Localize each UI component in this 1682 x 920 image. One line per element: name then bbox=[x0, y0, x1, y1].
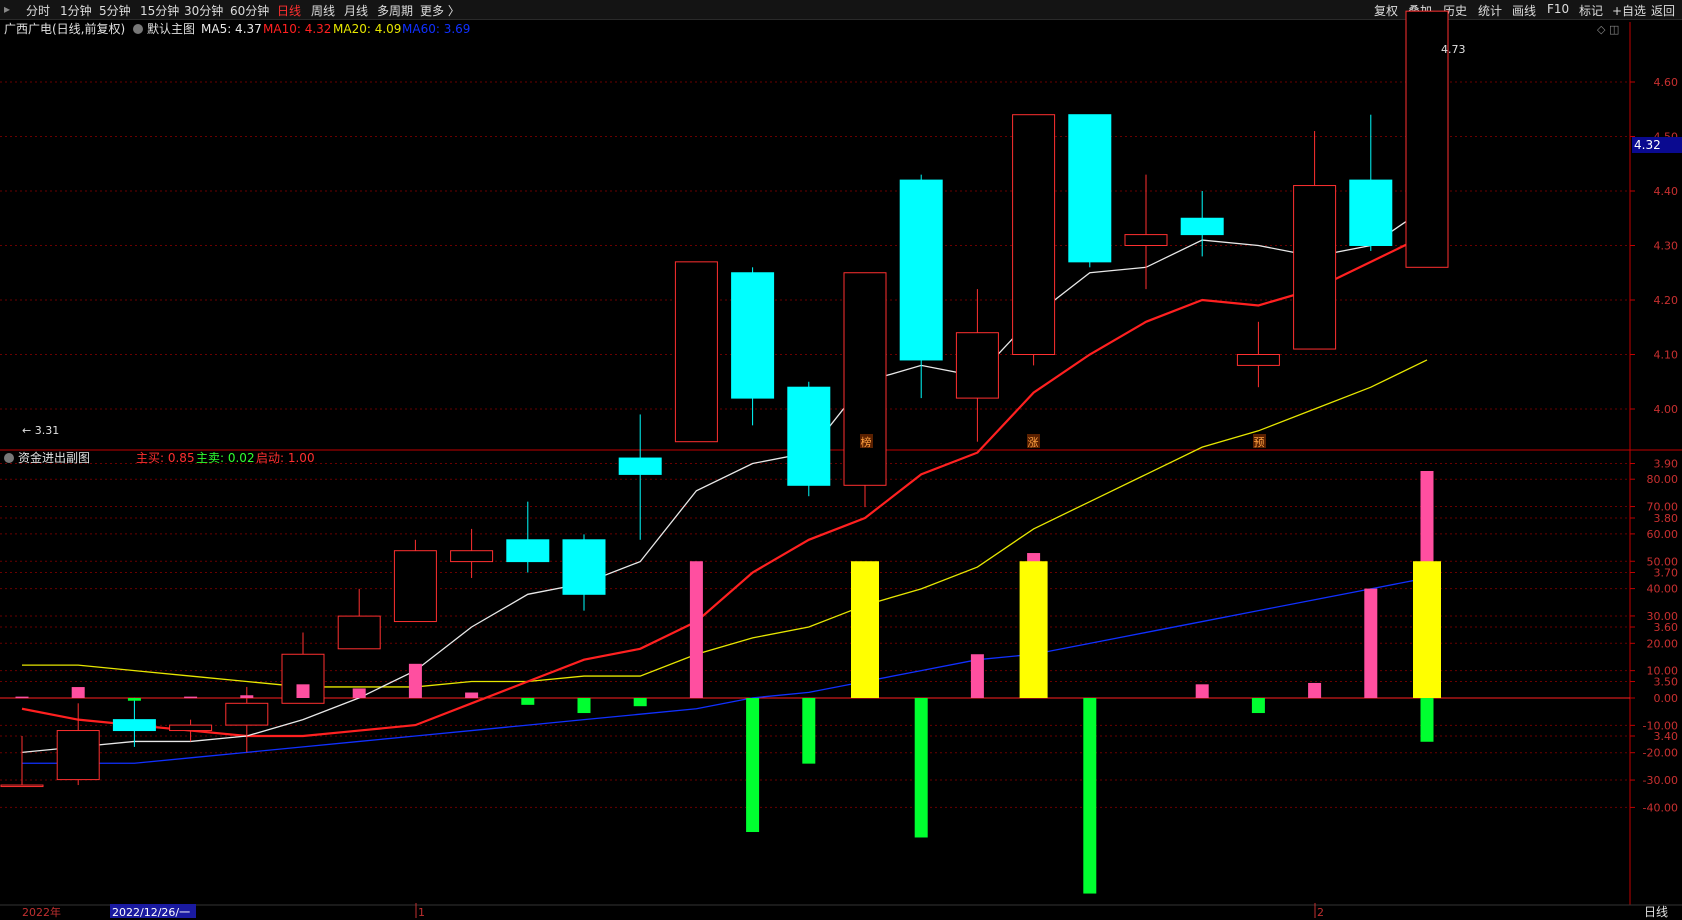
candle-body-2 bbox=[112, 719, 156, 732]
sell-bar-16 bbox=[914, 698, 928, 838]
candle-body-3 bbox=[169, 724, 213, 732]
candle-body-12 bbox=[674, 261, 718, 443]
buy-bar-7 bbox=[408, 663, 422, 698]
candle-body-4 bbox=[225, 702, 269, 726]
candle-body-24 bbox=[1349, 179, 1393, 247]
sub-y-tick-label-4: 40.00 bbox=[1647, 583, 1679, 596]
candle-body-0 bbox=[0, 784, 44, 788]
sub-legend-1: 主卖: 0.02 bbox=[196, 451, 255, 465]
buy-bar-0 bbox=[15, 696, 29, 699]
buy-bar-5 bbox=[296, 684, 310, 698]
buy-bar-3 bbox=[184, 696, 198, 699]
high-price-annotation: 4.73 bbox=[1441, 43, 1466, 56]
buy-bar-6 bbox=[352, 688, 366, 698]
sub-y-tick-label-5: 30.00 bbox=[1647, 610, 1679, 623]
candle-body-23 bbox=[1293, 185, 1337, 350]
main-y-tick-label-10: 4.40 bbox=[1654, 185, 1679, 198]
stock-title: 广西广电(日线,前复权) bbox=[4, 21, 125, 36]
sub-panel-title: 资金进出副图 bbox=[18, 450, 90, 465]
sell-bar-9 bbox=[521, 698, 535, 705]
start-bar-25 bbox=[1413, 561, 1441, 698]
sub-y-tick-label-12: -40.00 bbox=[1643, 801, 1678, 814]
main-y-tick-label-3: 3.70 bbox=[1654, 567, 1679, 580]
month-tick-label-1: 2 bbox=[1317, 906, 1324, 919]
sell-bar-13 bbox=[746, 698, 760, 833]
ma-legend-0: MA5: 4.37 bbox=[201, 22, 262, 36]
ma-legend-2: MA20: 4.09 bbox=[333, 22, 401, 36]
low-price-annotation: ← 3.31 bbox=[22, 424, 59, 437]
event-marker-1: 涨 bbox=[1028, 436, 1039, 449]
buy-bar-4 bbox=[240, 695, 254, 698]
candle-body-1 bbox=[56, 730, 100, 781]
sell-bar-25 bbox=[1420, 698, 1434, 742]
chart-canvas: 3.403.503.603.703.803.904.004.104.204.30… bbox=[0, 10, 1682, 919]
sub-y-tick-label-7: 10.00 bbox=[1647, 665, 1679, 678]
ma-legend-1: MA10: 4.32 bbox=[263, 22, 331, 36]
candle-body-21 bbox=[1180, 217, 1224, 236]
sub-y-tick-label-8: 0.00 bbox=[1654, 692, 1679, 705]
sub-legend-0: 主买: 0.85 bbox=[136, 451, 195, 465]
current-price-tag: 4.32 bbox=[1634, 138, 1661, 152]
buy-bar-23 bbox=[1308, 682, 1322, 698]
main-y-tick-label-6: 4.00 bbox=[1654, 403, 1679, 416]
candle-body-15 bbox=[843, 272, 887, 486]
cursor-date: 2022/12/26/一 bbox=[112, 906, 190, 919]
sell-bar-19 bbox=[1083, 698, 1097, 894]
candle-body-19 bbox=[1068, 114, 1112, 263]
sub-toggle-icon bbox=[4, 453, 14, 463]
candle-body-7 bbox=[393, 550, 437, 623]
candle-body-6 bbox=[337, 615, 381, 650]
sub-y-tick-label-10: -20.00 bbox=[1643, 747, 1678, 760]
sell-bar-10 bbox=[577, 698, 591, 714]
main-y-tick-label-8: 4.20 bbox=[1654, 294, 1679, 307]
start-bar-15 bbox=[851, 561, 879, 698]
buy-bar-24 bbox=[1364, 588, 1378, 698]
buy-bar-8 bbox=[465, 692, 479, 698]
sell-bar-14 bbox=[802, 698, 816, 764]
event-marker-0: 榜 bbox=[861, 435, 872, 449]
sell-bar-11 bbox=[633, 698, 647, 707]
sub-y-tick-label-1: 70.00 bbox=[1647, 501, 1679, 514]
candle-body-13 bbox=[731, 272, 775, 399]
buy-bar-21 bbox=[1195, 684, 1209, 698]
main-y-tick-label-12: 4.60 bbox=[1654, 76, 1679, 89]
sell-bar-22 bbox=[1251, 698, 1265, 714]
sub-y-tick-label-11: -30.00 bbox=[1643, 774, 1678, 787]
candle-body-22 bbox=[1236, 354, 1280, 366]
event-marker-2: 预 bbox=[1254, 436, 1265, 449]
sub-y-tick-label-2: 60.00 bbox=[1647, 528, 1679, 541]
candle-body-16 bbox=[899, 179, 943, 361]
window-toggle-icon: ◇ ◫ bbox=[1597, 23, 1619, 36]
sub-y-tick-label-0: 80.00 bbox=[1647, 473, 1679, 486]
sub-legend-2: 启动: 1.00 bbox=[256, 451, 315, 465]
sub-y-tick-label-9: -10.00 bbox=[1643, 719, 1678, 732]
main-y-tick-label-4: 3.80 bbox=[1654, 512, 1679, 525]
candle-body-18 bbox=[1012, 114, 1056, 355]
main-y-tick-label-7: 4.10 bbox=[1654, 349, 1679, 362]
candle-body-20 bbox=[1124, 234, 1168, 247]
start-bar-18 bbox=[1019, 561, 1048, 698]
template-label: 默认主图 bbox=[147, 21, 195, 36]
buy-bar-17 bbox=[970, 654, 984, 698]
sell-bar-2 bbox=[127, 698, 141, 701]
month-tick-label-0: 1 bbox=[418, 906, 425, 919]
main-y-tick-label-9: 4.30 bbox=[1654, 240, 1679, 253]
template-toggle-icon bbox=[133, 24, 143, 34]
buy-bar-1 bbox=[71, 687, 85, 698]
main-y-tick-label-5: 3.90 bbox=[1654, 458, 1679, 471]
period-label: 日线 bbox=[1644, 905, 1668, 919]
candle-body-10 bbox=[562, 539, 606, 595]
candle-body-11 bbox=[618, 457, 662, 475]
buy-bar-12 bbox=[689, 561, 703, 698]
candle-body-8 bbox=[450, 550, 494, 563]
year-label: 2022年 bbox=[22, 905, 61, 919]
candle-body-17 bbox=[955, 332, 999, 399]
candle-body-9 bbox=[506, 539, 550, 563]
ma10-line bbox=[21, 233, 1428, 738]
candle-body-14 bbox=[787, 386, 831, 486]
sub-y-tick-label-3: 50.00 bbox=[1647, 555, 1679, 568]
ma-legend-3: MA60: 3.69 bbox=[402, 22, 470, 36]
sub-y-tick-label-6: 20.00 bbox=[1647, 637, 1679, 650]
